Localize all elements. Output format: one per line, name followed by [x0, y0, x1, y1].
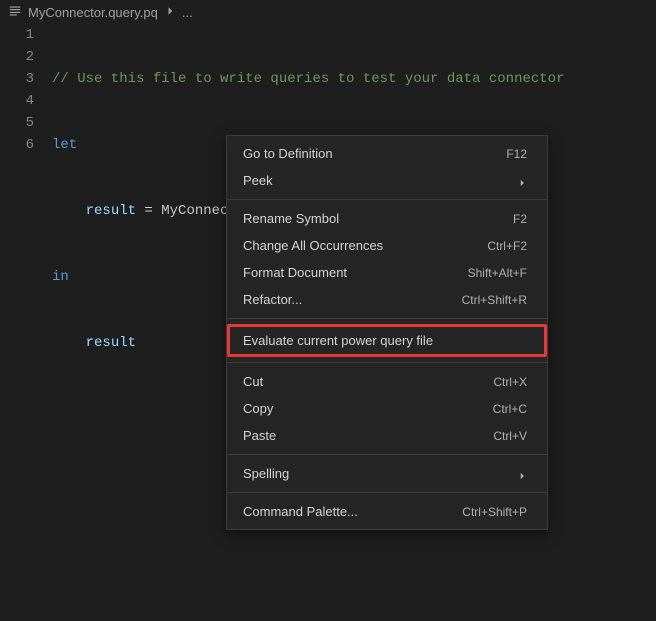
line-number: 5 — [0, 112, 34, 134]
line-number: 3 — [0, 68, 34, 90]
menu-separator — [227, 318, 547, 319]
menu-label: Evaluate current power query file — [243, 333, 433, 348]
menu-shortcut: Ctrl+V — [493, 429, 527, 443]
menu-spelling[interactable]: Spelling — [227, 460, 547, 487]
code-ident: result — [86, 203, 136, 219]
context-menu: Go to Definition F12 Peek Rename Symbol … — [226, 135, 548, 530]
line-number: 2 — [0, 46, 34, 68]
menu-label: Format Document — [243, 265, 347, 280]
line-gutter: 1 2 3 4 5 6 — [0, 24, 52, 464]
menu-shortcut: F12 — [506, 147, 527, 161]
code-keyword-let: let — [52, 137, 77, 153]
chevron-right-icon — [517, 469, 527, 479]
line-number: 6 — [0, 134, 34, 156]
menu-command-palette[interactable]: Command Palette... Ctrl+Shift+P — [227, 498, 547, 525]
code-keyword-in: in — [52, 269, 69, 285]
code-comment: // Use this file to write queries to tes… — [52, 71, 564, 87]
menu-paste[interactable]: Paste Ctrl+V — [227, 422, 547, 449]
menu-separator — [227, 199, 547, 200]
menu-format-document[interactable]: Format Document Shift+Alt+F — [227, 259, 547, 286]
menu-separator — [227, 454, 547, 455]
menu-separator — [227, 362, 547, 363]
breadcrumb-ellipsis[interactable]: ... — [182, 5, 193, 20]
menu-label: Copy — [243, 401, 273, 416]
file-icon — [8, 4, 22, 21]
menu-evaluate-pq[interactable]: Evaluate current power query file — [230, 327, 544, 354]
line-number: 4 — [0, 90, 34, 112]
menu-rename-symbol[interactable]: Rename Symbol F2 — [227, 205, 547, 232]
code-op: = — [136, 203, 161, 219]
menu-label: Spelling — [243, 466, 289, 481]
menu-label: Change All Occurrences — [243, 238, 383, 253]
menu-shortcut: Ctrl+Shift+R — [462, 293, 527, 307]
menu-cut[interactable]: Cut Ctrl+X — [227, 368, 547, 395]
chevron-right-icon — [517, 176, 527, 186]
menu-copy[interactable]: Copy Ctrl+C — [227, 395, 547, 422]
menu-shortcut: Shift+Alt+F — [468, 266, 527, 280]
menu-separator — [227, 492, 547, 493]
code-ident: result — [86, 335, 136, 351]
menu-shortcut: Ctrl+X — [493, 375, 527, 389]
menu-shortcut: Ctrl+F2 — [487, 239, 527, 253]
menu-label: Rename Symbol — [243, 211, 339, 226]
chevron-right-icon — [164, 5, 176, 20]
menu-peek[interactable]: Peek — [227, 167, 547, 194]
breadcrumb: MyConnector.query.pq ... — [0, 0, 656, 24]
menu-change-all[interactable]: Change All Occurrences Ctrl+F2 — [227, 232, 547, 259]
menu-shortcut: Ctrl+C — [493, 402, 527, 416]
breadcrumb-file[interactable]: MyConnector.query.pq — [28, 5, 158, 20]
menu-label: Go to Definition — [243, 146, 333, 161]
menu-label: Paste — [243, 428, 276, 443]
highlight-annotation: Evaluate current power query file — [227, 324, 547, 357]
menu-goto-definition[interactable]: Go to Definition F12 — [227, 140, 547, 167]
menu-label: Command Palette... — [243, 504, 358, 519]
menu-label: Cut — [243, 374, 263, 389]
menu-shortcut: Ctrl+Shift+P — [462, 505, 527, 519]
menu-label: Peek — [243, 173, 273, 188]
menu-shortcut: F2 — [513, 212, 527, 226]
menu-refactor[interactable]: Refactor... Ctrl+Shift+R — [227, 286, 547, 313]
menu-label: Refactor... — [243, 292, 302, 307]
line-number: 1 — [0, 24, 34, 46]
